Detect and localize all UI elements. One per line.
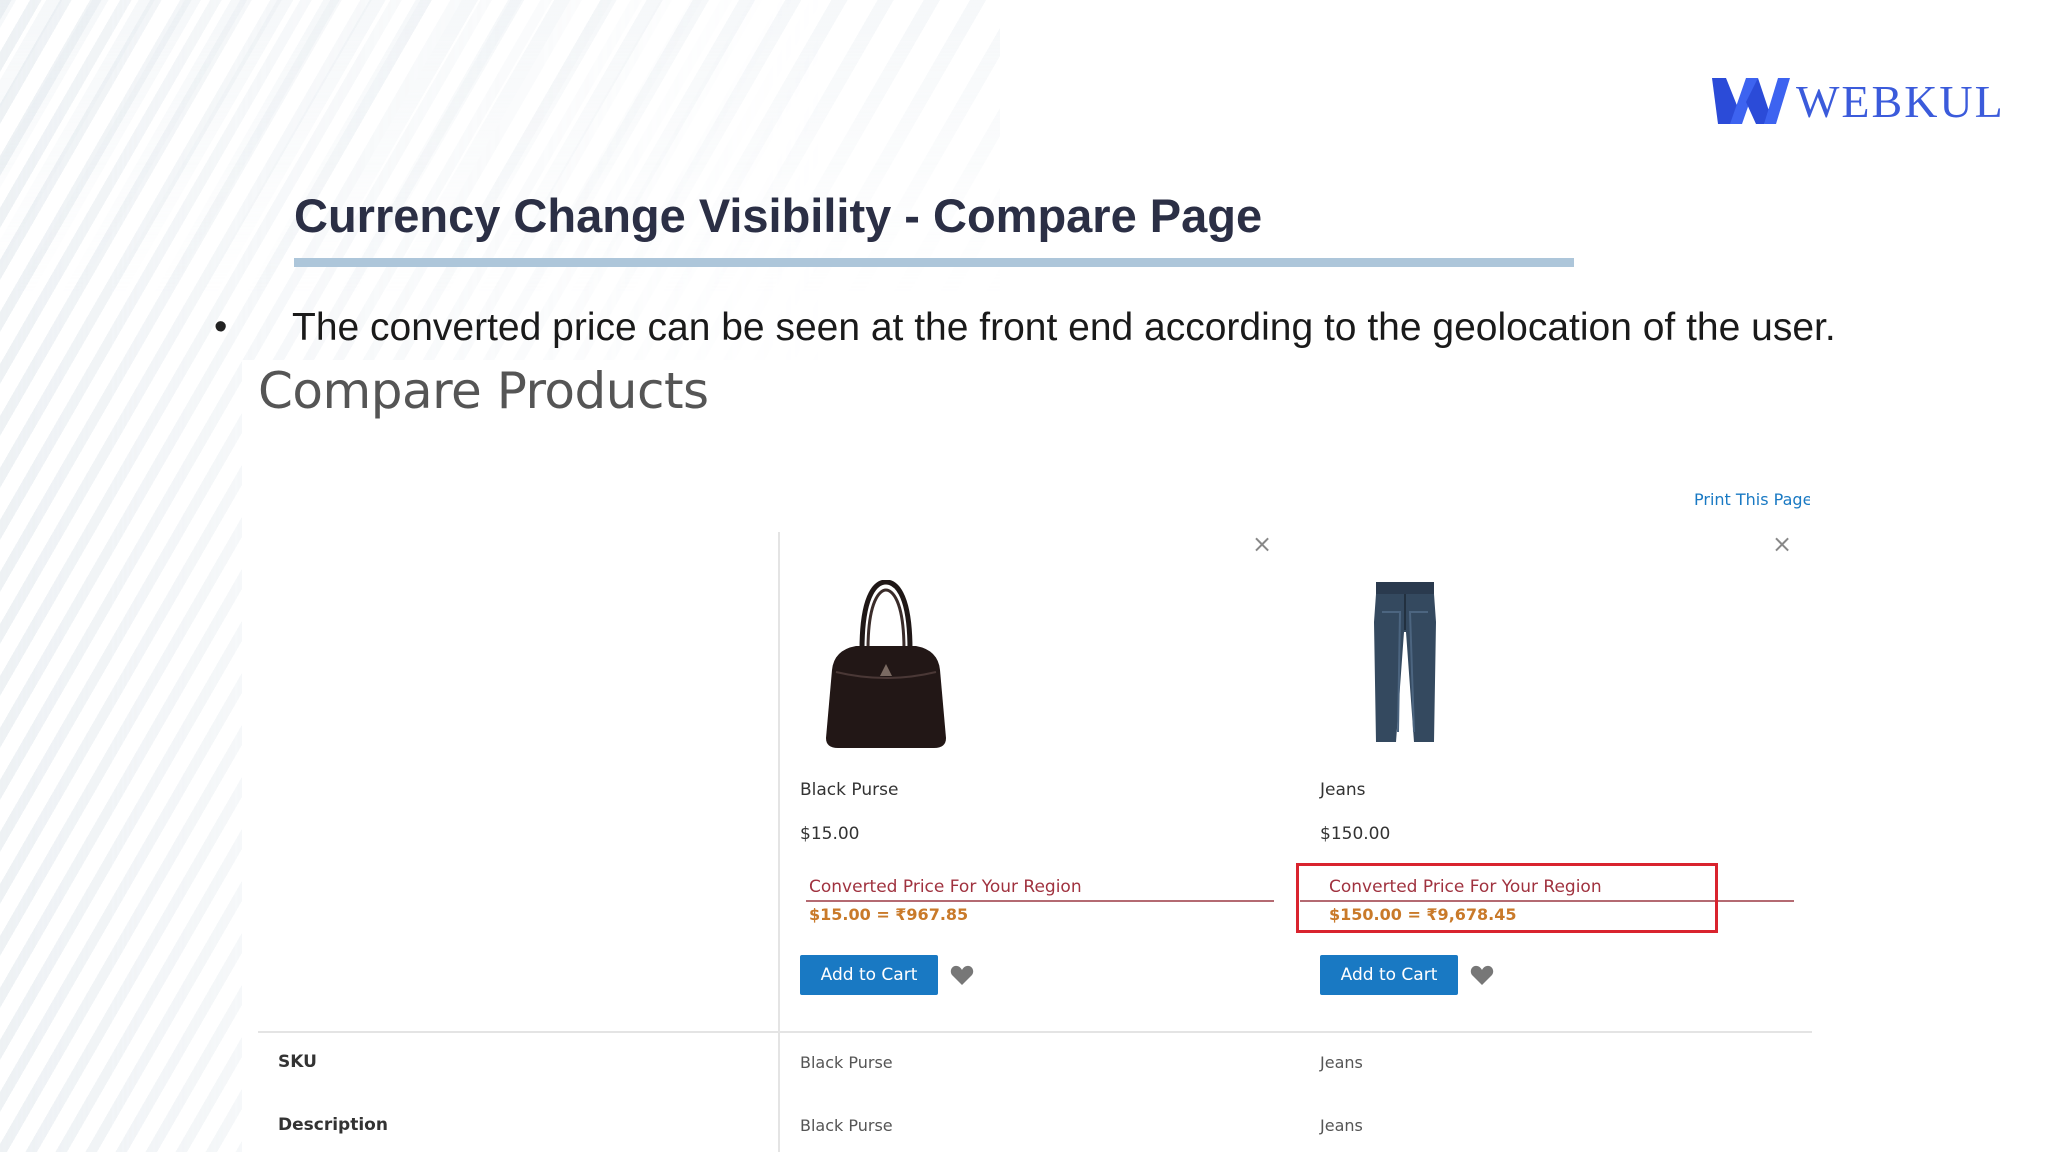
row-divider	[258, 1031, 1812, 1033]
remove-product-close-icon[interactable]: ×	[1252, 530, 1272, 558]
attribute-label-description: Description	[278, 1115, 388, 1135]
remove-product-close-icon[interactable]: ×	[1772, 530, 1792, 558]
attribute-value: Jeans	[1320, 1116, 1363, 1135]
logo-text: WEBKUL	[1796, 75, 2005, 127]
product-price: $150.00	[1320, 824, 1391, 844]
print-page-link[interactable]: Print This Page	[1694, 490, 1810, 509]
add-to-cart-button[interactable]: Add to Cart	[800, 955, 938, 995]
bullet-text: The converted price can be seen at the f…	[292, 306, 1836, 349]
wishlist-heart-icon[interactable]	[1470, 964, 1494, 986]
product-name[interactable]: Jeans	[1320, 780, 1366, 800]
background-stripes-top	[0, 0, 1000, 300]
attribute-value: Jeans	[1320, 1053, 1363, 1072]
compare-products-title: Compare Products	[258, 362, 709, 420]
converted-price-value: $15.00 = ₹967.85	[809, 905, 969, 924]
product-name[interactable]: Black Purse	[800, 780, 898, 800]
slide-title: Currency Change Visibility - Compare Pag…	[294, 189, 1263, 242]
attribute-value: Black Purse	[800, 1053, 893, 1072]
webkul-logo: WEBKUL	[1712, 74, 2005, 128]
converted-price-divider	[806, 900, 1274, 902]
product-price: $15.00	[800, 824, 860, 844]
screenshot-panel	[242, 360, 1842, 1152]
bullet-marker: •	[214, 306, 228, 348]
column-divider	[778, 532, 780, 1152]
title-underline	[294, 258, 1574, 267]
attribute-label-sku: SKU	[278, 1052, 317, 1072]
webkul-logo-icon	[1712, 78, 1790, 124]
highlight-box	[1296, 863, 1718, 933]
converted-price-label: Converted Price For Your Region	[809, 877, 1082, 897]
attribute-value: Black Purse	[800, 1116, 893, 1135]
jeans-image	[1374, 582, 1436, 742]
wishlist-heart-icon[interactable]	[950, 964, 974, 986]
add-to-cart-button[interactable]: Add to Cart	[1320, 955, 1458, 995]
purse-image	[826, 580, 946, 748]
